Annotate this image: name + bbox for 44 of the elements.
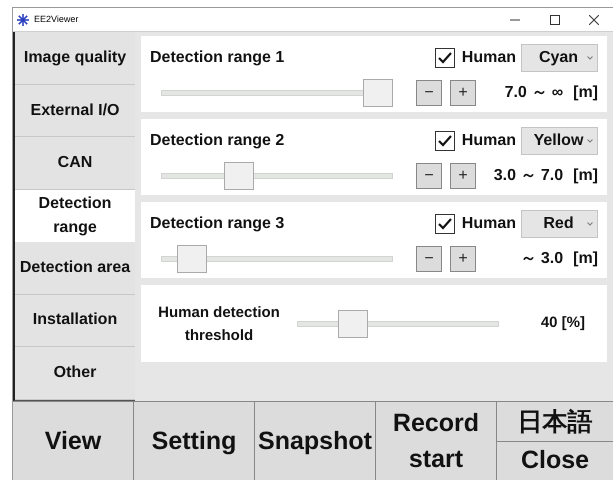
- sidebar-tab[interactable]: Detection range: [15, 190, 135, 242]
- toolbar-button[interactable]: Close: [497, 442, 613, 480]
- close-icon[interactable]: [589, 14, 599, 24]
- range-reading: 7.0 ～ ∞: [504, 83, 564, 103]
- unit-label: [m]: [573, 83, 598, 103]
- slider-thumb[interactable]: [224, 162, 254, 190]
- range-reading: ～ 3.0: [520, 249, 564, 269]
- range-title: Detection range 2: [150, 131, 284, 151]
- range-title: Detection range 1: [150, 48, 284, 68]
- slider-thumb[interactable]: [177, 245, 208, 273]
- window-title: EE2Viewer: [34, 12, 78, 26]
- decrease-button[interactable]: −: [416, 80, 442, 106]
- increase-button[interactable]: +: [450, 163, 476, 189]
- toolbar-button[interactable]: 日本語: [497, 402, 613, 442]
- maximize-icon[interactable]: [550, 14, 560, 24]
- toolbar-button[interactable]: View: [13, 402, 134, 480]
- range-title: Detection range 3: [150, 214, 284, 234]
- color-dropdown[interactable]: Red: [521, 210, 598, 238]
- app-icon: [17, 14, 29, 26]
- checkbox-label: Human: [462, 131, 516, 151]
- unit-label: [m]: [573, 166, 598, 186]
- decrease-button[interactable]: −: [416, 163, 442, 189]
- increase-button[interactable]: +: [450, 246, 476, 272]
- increase-button[interactable]: +: [450, 80, 476, 106]
- decrease-button[interactable]: −: [416, 246, 442, 272]
- threshold-reading: 40 [%]: [540, 313, 585, 334]
- checkbox-label: Human: [462, 48, 516, 68]
- checkbox[interactable]: [434, 214, 455, 234]
- chevron-icon: [587, 222, 593, 226]
- toolbar-button[interactable]: Snapshot: [255, 402, 376, 480]
- slider-thumb[interactable]: [338, 310, 368, 338]
- threshold-label: Human detection threshold: [157, 302, 281, 346]
- range-reading: 3.0 ～ 7.0: [494, 166, 564, 186]
- checkbox[interactable]: [434, 131, 455, 151]
- toolbar-button[interactable]: Record start: [376, 402, 497, 480]
- slider-thumb[interactable]: [363, 79, 393, 107]
- color-dropdown[interactable]: Cyan: [521, 44, 598, 72]
- checkbox-label: Human: [462, 214, 516, 234]
- color-dropdown[interactable]: Yellow: [521, 127, 598, 155]
- checkbox[interactable]: [434, 48, 455, 68]
- chevron-icon: [587, 56, 593, 60]
- toolbar-button[interactable]: Setting: [134, 402, 255, 480]
- chevron-icon: [587, 139, 593, 143]
- unit-label: [m]: [573, 249, 598, 269]
